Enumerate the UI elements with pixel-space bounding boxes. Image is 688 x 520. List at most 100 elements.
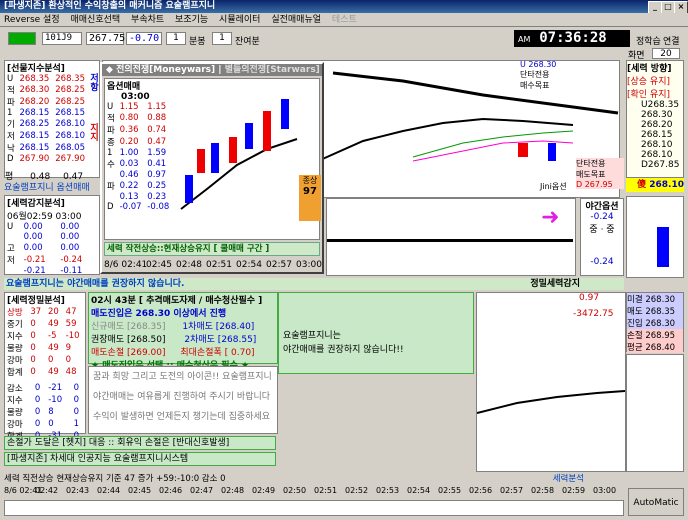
table-cell: -21 xyxy=(48,383,63,393)
table-cell: 0 xyxy=(34,395,41,405)
tab-moneywars[interactable]: 전의전쟁[Moneywars] xyxy=(116,65,215,75)
window-title-bar: [파생지존] 환상적인 수익창출의 매커니즘 요술램프지니 _ □ × xyxy=(0,0,688,14)
table-cell: 1.00 xyxy=(119,148,139,158)
table-cell: 종 xyxy=(107,138,115,148)
table-row: 0.46 0.97 xyxy=(105,170,173,180)
popup-table-wrap: 옵션매매 03:00 U 1.15 1.15 적 0.80 0.88 파 0.36 0.74 종 0… xyxy=(105,79,175,212)
strong-box: 종상 97 xyxy=(299,175,321,221)
target-bottom: 단타전용 매도목표 D 267.95 xyxy=(576,158,624,189)
table-cell: 268.35 xyxy=(19,74,50,84)
warning-banner: 요술램프지니는 야간매매를 권장하지 않습니다. 정밀세력감지 xyxy=(4,278,624,290)
tab-starwars[interactable]: 별들의전쟁[Starwars] xyxy=(225,65,320,75)
table-cell: 저 xyxy=(7,256,15,266)
table-cell: 고 xyxy=(7,244,15,254)
table-cell: 0 xyxy=(48,355,54,365)
page-number[interactable]: 20 xyxy=(652,48,680,59)
table-row: 물량 0 8 0 xyxy=(5,406,85,418)
direction-panel: [세력 방향] [상승 유지] [확인 유지] U268.35 268.30 268… xyxy=(626,60,684,178)
menu-manual[interactable]: 실전매매뉴얼 xyxy=(271,15,321,25)
direction-rows: U268.35 268.30 268.20 268.15 268.10 268.10 D26… xyxy=(641,100,683,170)
direction-row: 268.10 xyxy=(641,140,673,150)
table-cell: 59 xyxy=(65,319,77,329)
menu-bar: Reverse 설정 매매신호선택 부속차트 보조기능 시뮬레이터 실전매매뉴얼… xyxy=(0,13,688,27)
popup-window: ◆ 전의전쟁[Moneywars] | 별들의전쟁[Starwars] 옵션매매… xyxy=(100,62,324,274)
table-row: 중기 0 49 59 xyxy=(5,318,85,330)
mini-chart-2 xyxy=(626,354,684,472)
table-cell: -0.24 xyxy=(60,255,83,265)
table-cell: 수 xyxy=(107,160,115,170)
table-cell: 268.15 xyxy=(19,108,50,118)
table-cell: 0 xyxy=(73,407,80,417)
table-cell: 1.59 xyxy=(147,148,167,158)
clock-panel: AM 07:36:28 xyxy=(514,30,630,47)
table-row: 합계 0 49 48 xyxy=(5,366,85,378)
table-cell: 1 xyxy=(107,148,113,158)
table-cell: U xyxy=(107,102,114,112)
tf1-input[interactable]: 1 xyxy=(166,32,186,45)
resistance-label: 저항 xyxy=(88,73,98,91)
table-cell: 기 xyxy=(7,120,15,130)
trade-table2: 감소0-210지수0-100물량080강마001합계0-310 xyxy=(5,382,85,442)
direction-row: 268.20 xyxy=(641,120,673,130)
mini-chart xyxy=(626,196,684,278)
table-cell: 낙 xyxy=(7,144,15,154)
option-label: 요술램프지니 옵션매매 xyxy=(4,183,90,193)
table-cell: 0.47 xyxy=(147,137,167,147)
automatic-button[interactable]: AutoMatic xyxy=(628,488,684,516)
code-input[interactable]: 101J9 xyxy=(42,32,82,45)
table-cell: 0.03 xyxy=(119,159,139,169)
table-cell: 268.20 xyxy=(19,97,50,107)
table-cell: -0.08 xyxy=(147,202,170,212)
table-cell: 1.15 xyxy=(147,102,167,112)
futures-table: U 268.35 268.35 적 268.30 268.25 파 268.20 268.25 1… xyxy=(5,74,89,164)
table-cell xyxy=(5,266,22,276)
bottom-scroll[interactable] xyxy=(4,500,624,516)
table-cell: 268.10 xyxy=(55,131,85,141)
table-cell: 중기 xyxy=(7,320,23,330)
axis-tick-label: 02:45 xyxy=(128,486,152,495)
table-cell: 0 xyxy=(73,395,80,405)
table-cell: 0.74 xyxy=(147,125,167,135)
table-cell: 0.00 xyxy=(23,243,43,253)
direction-row: 268.30 xyxy=(641,110,673,120)
price-display: 267.75 xyxy=(86,32,125,45)
table-row: 적 268.30 268.25 xyxy=(5,84,89,96)
table-row: 수 0.03 0.41 xyxy=(105,158,173,170)
night-chart: ➜ xyxy=(326,198,576,276)
table-cell: 268.25 xyxy=(19,119,50,129)
table-row: 1 1.00 1.59 xyxy=(105,148,173,158)
menu-test[interactable]: 테스트 xyxy=(332,15,357,25)
table-row: 파 268.20 268.25 xyxy=(5,96,89,108)
detect-title: [세력감지분석] xyxy=(7,199,65,209)
table-cell: 267.90 xyxy=(55,154,85,164)
detect-time: 06월02:59 xyxy=(7,212,53,222)
axis-tick-label: 02:42 xyxy=(35,486,59,495)
train-button[interactable]: 정학습 xyxy=(636,34,661,47)
connect-button[interactable]: 연결 xyxy=(663,34,680,47)
clock-ampm: AM xyxy=(518,35,531,44)
table-cell xyxy=(5,232,22,242)
table-row: 0.00 0.00 xyxy=(5,232,95,242)
tf2-input[interactable]: 1 xyxy=(212,32,232,45)
popup-axis: 8/6 02:41 02:45 02:48 02:51 02:54 02:57 … xyxy=(104,260,322,270)
axis-tick-label: 02:48 xyxy=(221,486,245,495)
lower-chart: 0.97 -3472.75 xyxy=(476,292,626,472)
night-warning-box: 요술램프지니는 야간매매를 권장하지 않습니다!! xyxy=(278,292,474,374)
table-cell: 감소 xyxy=(7,384,23,394)
table-cell: 0 xyxy=(34,419,41,429)
menu-subchart[interactable]: 부속차트 xyxy=(131,15,164,25)
menu-simulator[interactable]: 시뮬레이터 xyxy=(219,15,260,25)
table-cell: 268.15 xyxy=(55,108,85,118)
direction-row: 268.15 xyxy=(641,130,673,140)
menu-aux[interactable]: 보조기능 xyxy=(175,15,208,25)
table-cell: 0 xyxy=(48,419,54,429)
table-cell: 0.00 xyxy=(60,232,80,242)
table-cell: 적 xyxy=(7,86,15,96)
footer-line-1: 손절가 도달은 [헷지] 대응 :: 회유익 손절은 [반대신호발생] xyxy=(4,436,276,450)
direction-row: U268.35 xyxy=(641,100,680,110)
table-cell xyxy=(105,170,118,180)
menu-reverse[interactable]: Reverse 설정 xyxy=(4,15,60,25)
menu-signal[interactable]: 매매신호선택 xyxy=(70,15,120,25)
table-cell: 37 xyxy=(30,307,42,317)
axis-tick-label: 02:43 xyxy=(66,486,90,495)
